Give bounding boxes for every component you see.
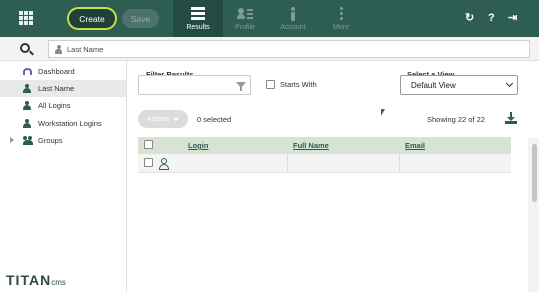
download-icon[interactable] [505, 112, 517, 124]
top-nav-bar: Create Save Results Profile Account More… [0, 0, 539, 37]
sidebar-item-last-name[interactable]: Last Name [0, 80, 126, 97]
user-icon [23, 84, 32, 93]
search-input-value: Last Name [67, 44, 104, 54]
user-icon [23, 119, 32, 128]
sidebar-item-dashboard[interactable]: Dashboard [0, 63, 126, 80]
tab-more[interactable]: More [316, 0, 366, 37]
profile-icon [237, 7, 253, 21]
user-icon [23, 101, 32, 110]
sidebar-item-label: Last Name [38, 84, 75, 93]
logo-sub: cms [51, 278, 66, 287]
expand-arrow-icon[interactable] [10, 137, 14, 143]
tab-results-label: Results [186, 24, 210, 31]
filter-icon[interactable] [236, 82, 246, 91]
actions-label: Actions [147, 115, 170, 123]
search-icon[interactable] [20, 43, 30, 53]
sidebar-item-groups[interactable]: Groups [0, 132, 126, 149]
starts-with-label: Starts With [280, 80, 317, 89]
sidebar-item-workstation-logins[interactable]: Workstation Logins [0, 115, 126, 132]
selected-count: 0 selected [197, 115, 232, 124]
logo-main: TITAN [6, 272, 52, 288]
scrollbar-thumb[interactable] [532, 144, 537, 202]
logout-icon[interactable]: ⇥ [508, 12, 517, 24]
more-icon [333, 7, 349, 21]
search-input[interactable]: Last Name [48, 40, 530, 58]
column-divider [399, 154, 400, 173]
help-icon[interactable]: ? [488, 12, 495, 24]
user-icon [159, 158, 169, 170]
dashboard-icon [23, 67, 32, 76]
sidebar-item-label: All Logins [38, 101, 71, 110]
showing-count: Showing 22 of 22 [427, 115, 485, 124]
groups-icon [23, 136, 33, 145]
column-header-email[interactable]: Email [405, 141, 425, 150]
caret-down-icon [172, 117, 179, 121]
sidebar-item-label: Dashboard [38, 67, 75, 76]
view-select[interactable]: Default View [400, 75, 518, 95]
tab-more-label: More [333, 24, 349, 31]
tab-profile-label: Profile [235, 24, 255, 31]
sidebar-item-label: Workstation Logins [38, 119, 102, 128]
table-row[interactable] [138, 154, 511, 173]
list-icon [190, 7, 206, 21]
column-header-login[interactable]: Login [188, 141, 208, 150]
filter-results-input[interactable] [138, 75, 251, 95]
starts-with-checkbox[interactable] [266, 80, 275, 89]
view-select-value: Default View [411, 80, 456, 90]
chevron-down-icon [505, 79, 514, 88]
sidebar-item-label: Groups [38, 136, 63, 145]
search-bar: Last Name [0, 37, 539, 61]
tab-results[interactable]: Results [173, 0, 223, 37]
column-divider [287, 154, 288, 173]
refresh-icon[interactable]: ↻ [465, 12, 474, 24]
results-table-header: Login Full Name Email [138, 137, 511, 154]
app-grid-icon[interactable] [19, 11, 33, 25]
tab-account[interactable]: Account [268, 0, 318, 37]
titan-cms-logo: TITANcms [6, 272, 66, 288]
tab-account-label: Account [280, 24, 306, 31]
save-button[interactable]: Save [122, 9, 159, 28]
mouse-cursor-icon [381, 109, 385, 116]
sidebar: Dashboard Last Name All Logins Workstati… [0, 61, 127, 292]
actions-button[interactable]: Actions [138, 110, 188, 128]
select-all-checkbox[interactable] [144, 140, 153, 149]
tab-profile[interactable]: Profile [220, 0, 270, 37]
info-icon [285, 7, 301, 21]
row-checkbox[interactable] [144, 158, 153, 167]
create-button[interactable]: Create [67, 7, 117, 30]
sidebar-item-all-logins[interactable]: All Logins [0, 97, 126, 114]
user-icon [55, 45, 62, 54]
column-header-full-name[interactable]: Full Name [293, 141, 329, 150]
